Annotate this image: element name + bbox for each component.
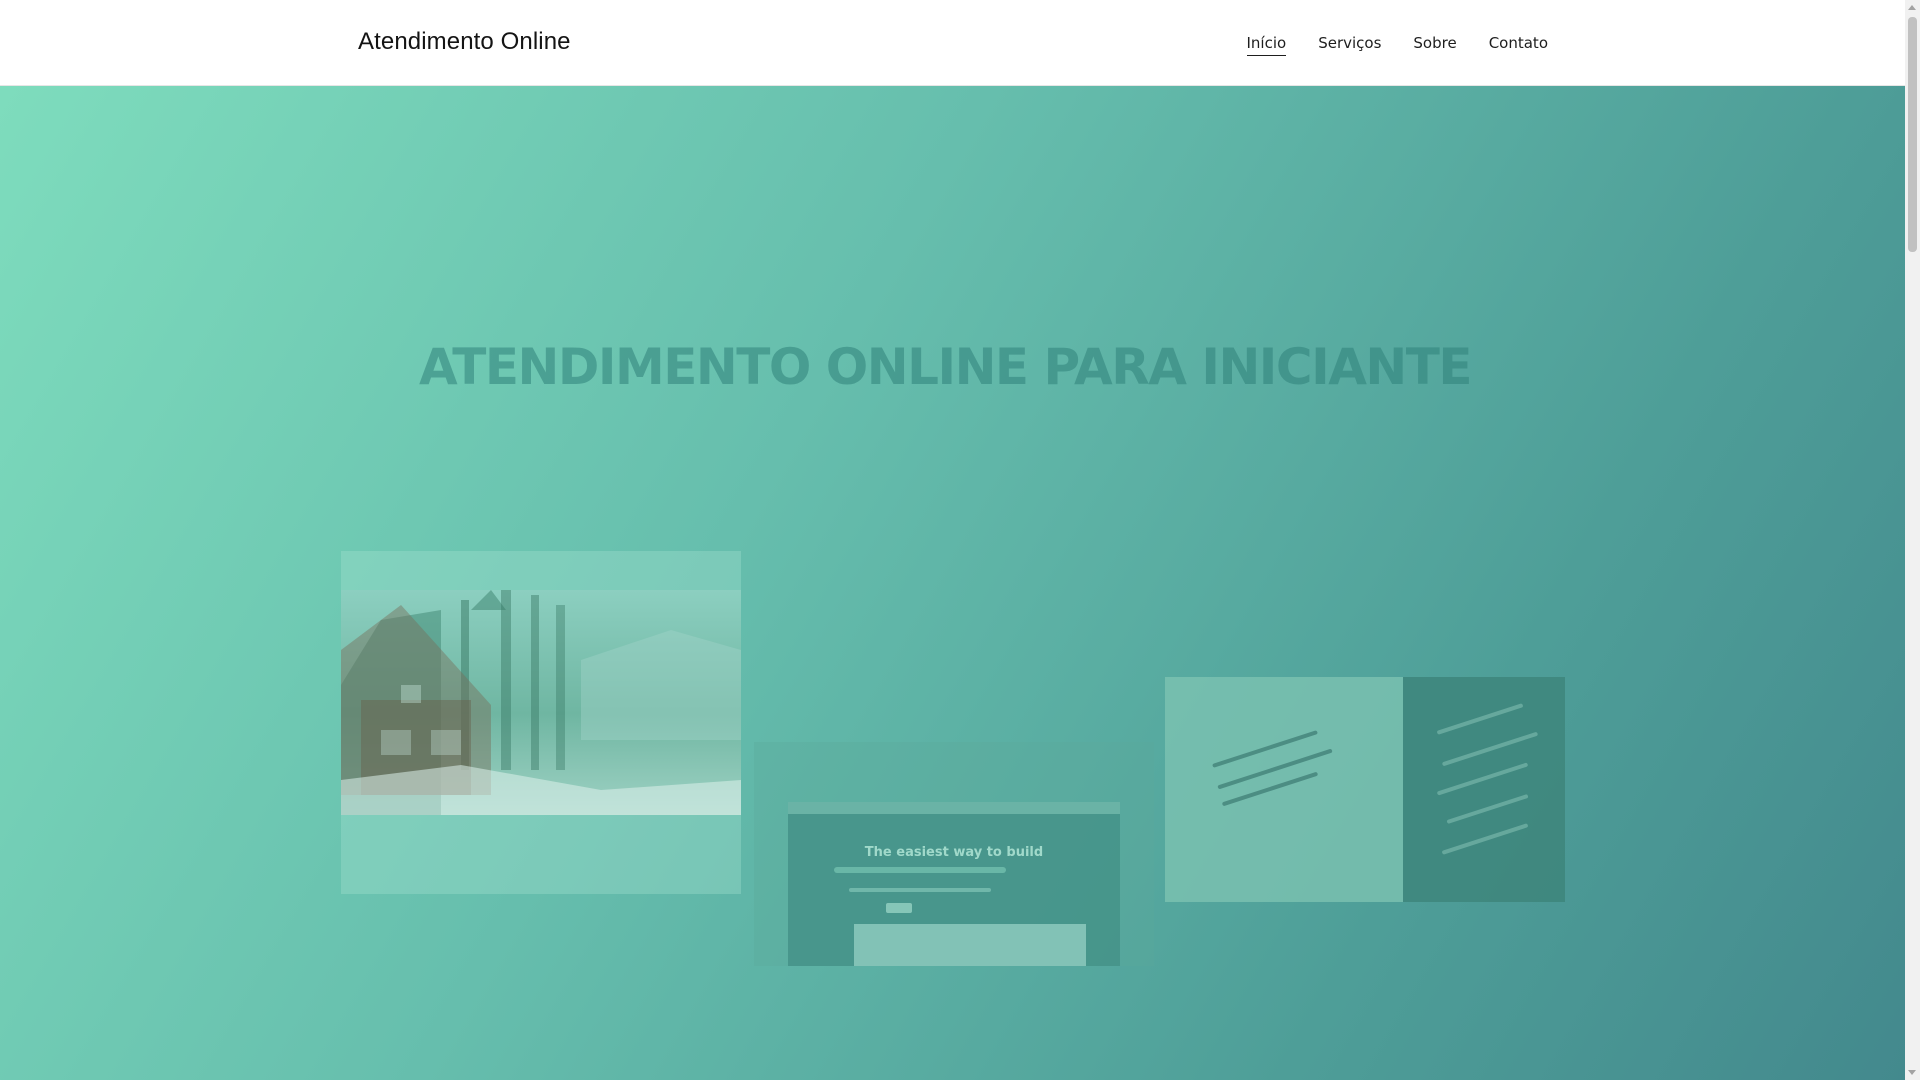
cabin-illustration [341, 590, 741, 815]
nav-item-contato: Contato [1489, 34, 1548, 53]
site-header: Atendimento Online Início Serviços Sobre… [0, 0, 1905, 86]
browser-mockup-toolbar [788, 802, 1120, 814]
mockup-subline [834, 867, 1006, 873]
nav-item-inicio: Início [1246, 33, 1287, 56]
notebook-page-right [1403, 677, 1565, 902]
nav-link-contato[interactable]: Contato [1489, 34, 1548, 55]
scrollbar-thumb[interactable] [1908, 17, 1917, 252]
mockup-button [886, 903, 912, 913]
mockup-panel [854, 924, 1086, 966]
nav-link-sobre[interactable]: Sobre [1413, 34, 1456, 55]
showcase-image-website-mockup: The easiest way to build [754, 742, 1154, 966]
scroll-down-arrow-icon[interactable] [1908, 1070, 1916, 1075]
showcase-image-cabin [341, 551, 741, 894]
mockup-headline: The easiest way to build [864, 845, 1044, 860]
nav-item-servicos: Serviços [1318, 34, 1381, 53]
page-scrollbar[interactable] [1905, 0, 1920, 1080]
nav-item-sobre: Sobre [1413, 34, 1456, 53]
hero-title: ATENDIMENTO ONLINE PARA INICIANTE [418, 338, 1473, 396]
site-brand-link[interactable]: Atendimento Online [358, 28, 571, 56]
notebook-page-left [1165, 677, 1403, 902]
showcase-image-notebook [1165, 677, 1565, 902]
nav-link-servicos[interactable]: Serviços [1318, 34, 1381, 55]
mockup-caption [849, 888, 991, 892]
main-nav: Início Serviços Sobre Contato [1246, 0, 1548, 86]
cabin-forest-photo [341, 590, 741, 815]
nav-link-inicio[interactable]: Início [1246, 33, 1287, 56]
scroll-up-arrow-icon[interactable] [1908, 5, 1916, 10]
